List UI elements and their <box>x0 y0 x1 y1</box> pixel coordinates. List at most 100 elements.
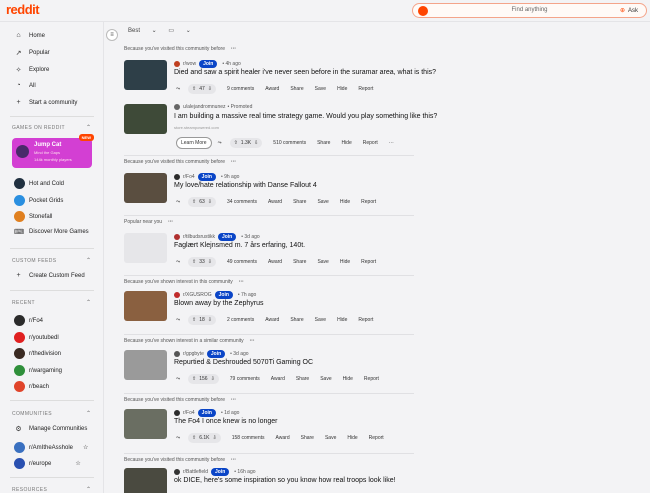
join-button[interactable]: Join <box>217 233 237 241</box>
recent-wargaming[interactable]: r/wargaming <box>14 365 62 376</box>
subreddit-name[interactable]: u/alejandromnunez <box>183 104 226 110</box>
search-placeholder[interactable]: Find anything <box>413 7 646 13</box>
share-button[interactable]: Share <box>301 435 314 441</box>
report-button[interactable]: Report <box>364 376 379 382</box>
award-button[interactable]: Award <box>268 199 282 205</box>
report-button[interactable]: Report <box>358 86 373 92</box>
recent-youtubedl[interactable]: r/youtubedl <box>14 332 59 343</box>
award-button[interactable]: Award <box>271 376 285 382</box>
crosspost-icon[interactable]: ⤳ <box>176 317 180 323</box>
more-options-icon[interactable]: ··· <box>231 159 236 165</box>
downvote-icon[interactable]: ⇩ <box>211 376 215 382</box>
comments-button[interactable]: 510 comments <box>273 140 306 146</box>
collapse-sidebar-button[interactable]: ≡ <box>106 29 118 41</box>
subreddit-name[interactable]: r/wow <box>183 61 196 67</box>
hide-button[interactable]: Hide <box>337 317 347 323</box>
downvote-icon[interactable]: ⇩ <box>254 140 258 146</box>
post-thumbnail[interactable] <box>124 60 167 90</box>
nav-all[interactable]: ◔ All <box>14 82 35 89</box>
downvote-icon[interactable]: ⇩ <box>213 435 217 441</box>
award-button[interactable]: Award <box>268 259 282 265</box>
upvote-icon[interactable]: ⇧ <box>192 435 196 441</box>
downvote-icon[interactable]: ⇩ <box>208 259 212 265</box>
more-options-icon[interactable]: ··· <box>239 279 244 285</box>
promoted-url[interactable]: store.steampowered.com <box>174 125 219 130</box>
post-title[interactable]: I am building a massive real time strate… <box>174 113 437 120</box>
report-button[interactable]: Report <box>369 435 384 441</box>
save-button[interactable]: Save <box>315 317 326 323</box>
hide-button[interactable]: Hide <box>340 259 350 265</box>
save-button[interactable]: Save <box>317 199 328 205</box>
post-title[interactable]: The Fo4 I once knew is no longer <box>174 418 278 425</box>
share-button[interactable]: Share <box>317 140 330 146</box>
post-title[interactable]: My love/hate relationship with Danse Fal… <box>174 182 317 189</box>
crosspost-icon[interactable]: ⤳ <box>176 376 180 382</box>
award-button[interactable]: Award <box>276 435 290 441</box>
report-button[interactable]: Report <box>358 317 373 323</box>
save-button[interactable]: Save <box>320 376 331 382</box>
post-title[interactable]: Blown away by the Zephyrus <box>174 300 264 307</box>
join-button[interactable]: Join <box>214 291 233 299</box>
learn-more-button[interactable]: Learn More <box>176 137 212 149</box>
crosspost-icon[interactable]: ⤳ <box>176 435 180 441</box>
crosspost-icon[interactable]: ⤳ <box>176 259 180 265</box>
community-europe[interactable]: r/europe ☆ <box>14 458 81 469</box>
downvote-icon[interactable]: ⇩ <box>208 199 212 205</box>
comments-button[interactable]: 49 comments <box>227 259 257 265</box>
hide-button[interactable]: Hide <box>343 376 353 382</box>
more-options-icon[interactable]: ··· <box>168 219 173 225</box>
more-options-icon[interactable]: ··· <box>389 140 394 146</box>
subreddit-name[interactable]: r/Battlefield <box>183 469 208 475</box>
chevron-up-icon[interactable]: ⌃ <box>86 410 91 417</box>
post-thumbnail[interactable] <box>124 291 167 321</box>
chevron-up-icon[interactable]: ⌃ <box>86 299 91 306</box>
crosspost-icon[interactable]: ⤳ <box>218 140 222 146</box>
post-title[interactable]: ok DICE, here's some inspiration so you … <box>174 477 396 484</box>
nav-explore[interactable]: ✧ Explore <box>14 66 50 74</box>
upvote-icon[interactable]: ⇧ <box>192 317 196 323</box>
join-button[interactable]: Join <box>211 468 230 476</box>
share-button[interactable]: Share <box>290 86 303 92</box>
join-button[interactable]: Join <box>206 350 226 358</box>
save-button[interactable]: Save <box>315 86 326 92</box>
hide-button[interactable]: Hide <box>341 140 351 146</box>
recent-fo4[interactable]: r/Fo4 <box>14 315 43 326</box>
star-icon[interactable]: ☆ <box>75 460 80 467</box>
comments-button[interactable]: 9 comments <box>227 86 254 92</box>
more-options-icon[interactable]: ··· <box>250 338 255 344</box>
subreddit-name[interactable]: r/Fo4 <box>183 410 195 416</box>
nav-home[interactable]: ⌂ Home <box>14 32 45 39</box>
post-thumbnail[interactable] <box>124 350 167 380</box>
subreddit-name[interactable]: r/tilbudsrustikk <box>183 234 215 240</box>
join-button[interactable]: Join <box>197 409 216 417</box>
subreddit-name[interactable]: r/XGUSROG <box>183 292 212 298</box>
create-custom-feed[interactable]: + Create Custom Feed <box>14 272 84 279</box>
post-title[interactable]: Faglært Klejnsmed m. 7 års erfaring, 140… <box>174 242 305 249</box>
hide-button[interactable]: Hide <box>337 86 347 92</box>
view-dropdown[interactable]: ▭ ⌄ <box>168 28 190 34</box>
discover-more-games[interactable]: ⌨ Discover More Games <box>14 228 89 236</box>
game-stonefall[interactable]: Stonefall <box>14 211 52 222</box>
post-thumbnail[interactable] <box>124 468 167 493</box>
post-title[interactable]: Died and saw a spirit healer i've never … <box>174 69 436 76</box>
chevron-up-icon[interactable]: ⌃ <box>86 124 91 131</box>
comments-button[interactable]: 34 comments <box>227 199 257 205</box>
downvote-icon[interactable]: ⇩ <box>208 317 212 323</box>
search-bar[interactable]: Find anything ⊕ Ask <box>412 3 647 18</box>
post-thumbnail[interactable] <box>124 173 167 203</box>
share-button[interactable]: Share <box>293 199 306 205</box>
sort-dropdown[interactable]: Best ⌄ <box>128 28 157 34</box>
recent-beach[interactable]: r/beach <box>14 381 49 392</box>
save-button[interactable]: Save <box>317 259 328 265</box>
post-thumbnail[interactable] <box>124 104 167 134</box>
join-button[interactable]: Join <box>197 173 216 181</box>
downvote-icon[interactable]: ⇩ <box>208 86 212 92</box>
comments-button[interactable]: 2 comments <box>227 317 254 323</box>
chevron-up-icon[interactable]: ⌃ <box>86 486 91 493</box>
award-button[interactable]: Award <box>265 86 279 92</box>
share-button[interactable]: Share <box>290 317 303 323</box>
game-hot-and-cold[interactable]: Hot and Cold <box>14 178 64 189</box>
hide-button[interactable]: Hide <box>347 435 357 441</box>
report-button[interactable]: Report <box>361 259 376 265</box>
save-button[interactable]: Save <box>325 435 336 441</box>
